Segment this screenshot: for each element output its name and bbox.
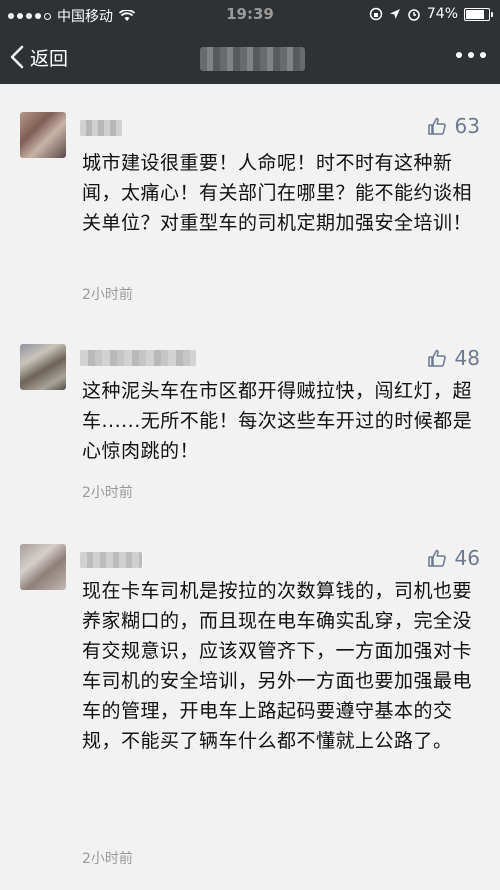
username-redacted[interactable] (80, 350, 196, 366)
comment-item: 63 城市建设很重要！人命呢！时不时有这种新闻，太痛心！有关部门在哪里？能不能约… (0, 84, 500, 314)
page-title-redacted (200, 47, 305, 71)
like-count: 63 (454, 114, 480, 138)
like-button[interactable]: 46 (427, 546, 480, 570)
back-chevron-icon (10, 45, 24, 69)
battery-icon (464, 7, 493, 21)
back-button[interactable]: 返回 (10, 40, 68, 74)
username-redacted[interactable] (80, 120, 122, 136)
thumbs-up-icon (427, 549, 446, 567)
thumbs-up-icon (427, 117, 446, 135)
avatar[interactable] (20, 544, 66, 590)
alarm-icon (408, 9, 420, 21)
like-count: 46 (454, 546, 480, 570)
status-right: 74% (369, 6, 493, 22)
comment-text: 这种泥头车在市区都开得贼拉快，闯红灯，超车......无所不能！每次这些车开过的… (82, 380, 473, 462)
comment-text: 城市建设很重要！人命呢！时不时有这种新闻，太痛心！有关部门在哪里？能不能约谈相关… (82, 152, 473, 234)
navigation-bar: 返回 (0, 30, 500, 84)
battery-percent: 74% (426, 6, 458, 22)
comment-item: 46 现在卡车司机是按拉的次数算钱的，司机也要养家糊口的，而且现在电车确实乱穿，… (0, 514, 500, 890)
comment-time: 2小时前 (82, 485, 133, 501)
thumbs-up-icon (427, 349, 446, 367)
location-icon (389, 9, 400, 19)
like-count: 48 (454, 346, 480, 370)
comment-text: 现在卡车司机是按拉的次数算钱的，司机也要养家糊口的，而且现在电车确实乱穿，完全没… (82, 580, 473, 752)
comment-item: 48 这种泥头车在市区都开得贼拉快，闯红灯，超车......无所不能！每次这些车… (0, 314, 500, 514)
like-button[interactable]: 48 (427, 346, 480, 370)
top-bar: 中国移动 19:39 74% 返回 (0, 0, 500, 84)
username-redacted[interactable] (80, 552, 142, 568)
like-button[interactable]: 63 (427, 114, 480, 138)
lock-rotation-icon (369, 7, 383, 21)
comment-time: 2小时前 (82, 287, 133, 303)
avatar[interactable] (20, 344, 66, 390)
comment-time: 2小时前 (82, 851, 133, 867)
more-button[interactable] (456, 52, 486, 58)
avatar[interactable] (20, 112, 66, 158)
back-label: 返回 (30, 47, 69, 70)
status-bar: 中国移动 19:39 74% (0, 0, 500, 30)
more-icon (456, 52, 462, 58)
